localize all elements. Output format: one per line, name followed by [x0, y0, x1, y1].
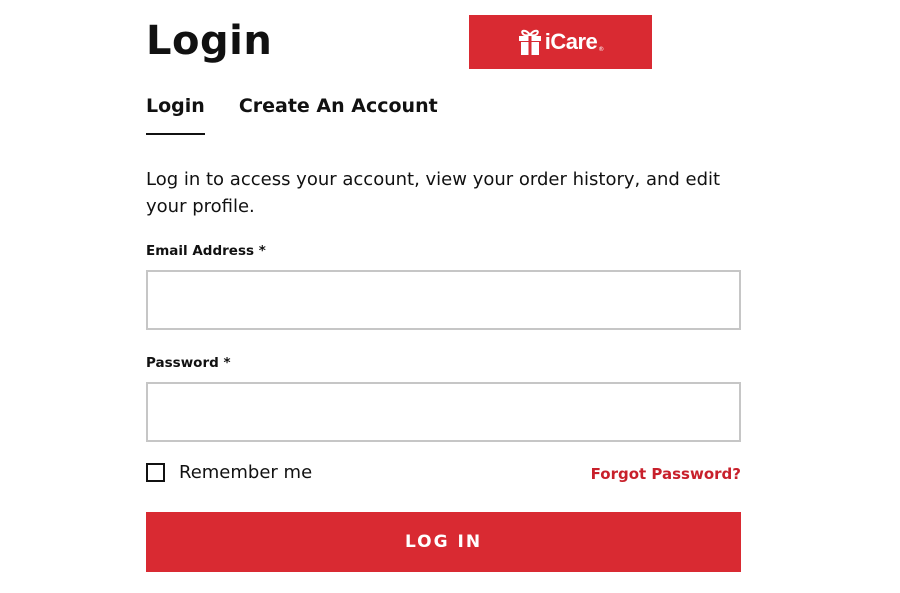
remember-me[interactable]: Remember me	[146, 462, 312, 483]
brand-name: iCare	[544, 29, 598, 54]
login-button[interactable]: LOG IN	[146, 512, 741, 572]
tab-create-account[interactable]: Create An Account	[239, 92, 438, 135]
remember-me-checkbox[interactable]	[146, 463, 165, 482]
password-label: Password *	[146, 355, 231, 371]
email-label: Email Address *	[146, 243, 266, 259]
page-title: Login	[146, 18, 273, 64]
auth-tabs: Login Create An Account	[146, 92, 438, 135]
brand-registered-mark: ®	[598, 46, 605, 53]
tab-login[interactable]: Login	[146, 92, 205, 135]
intro-text: Log in to access your account, view your…	[146, 169, 721, 217]
email-field[interactable]	[146, 270, 741, 330]
remember-me-label: Remember me	[179, 462, 313, 483]
brand-logo: iCare ®	[469, 15, 652, 69]
password-field[interactable]	[146, 382, 741, 442]
gift-icon	[518, 29, 541, 55]
forgot-password-link[interactable]: Forgot Password?	[591, 465, 741, 483]
